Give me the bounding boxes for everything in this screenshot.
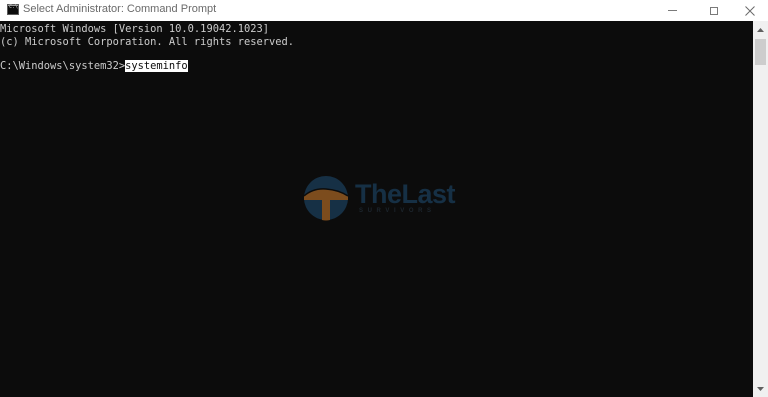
- window-title: Select Administrator: Command Prompt: [23, 3, 217, 15]
- vertical-scrollbar[interactable]: [753, 21, 768, 397]
- command-line[interactable]: C:\Windows\system32>systeminfo: [0, 60, 188, 73]
- minimize-button[interactable]: [656, 0, 688, 21]
- command-prompt-window: Select Administrator: Command Prompt Mic…: [0, 0, 768, 397]
- watermark-brand: TheLast: [355, 179, 456, 209]
- close-icon: [745, 5, 755, 16]
- watermark-emblem-icon: [303, 176, 349, 221]
- maximize-button[interactable]: [698, 0, 730, 21]
- command-prompt-icon[interactable]: [7, 4, 19, 15]
- selected-command-text[interactable]: systeminfo: [125, 60, 188, 72]
- close-button[interactable]: [734, 0, 766, 21]
- watermark-logo: TheLast SURVIVORS: [303, 174, 468, 222]
- chevron-up-icon: [757, 27, 764, 32]
- minimize-icon: [667, 10, 677, 11]
- scrollbar-thumb[interactable]: [755, 39, 766, 65]
- scroll-down-button[interactable]: [753, 380, 768, 397]
- console-output[interactable]: Microsoft Windows [Version 10.0.19042.10…: [0, 21, 753, 397]
- scroll-up-button[interactable]: [753, 21, 768, 38]
- prompt-text: C:\Windows\system32>: [0, 60, 126, 72]
- maximize-icon: [710, 6, 718, 15]
- watermark-tagline: SURVIVORS: [359, 208, 436, 214]
- title-bar[interactable]: Select Administrator: Command Prompt: [0, 0, 768, 21]
- copyright-line: (c) Microsoft Corporation. All rights re…: [0, 36, 295, 48]
- version-line: Microsoft Windows [Version 10.0.19042.10…: [0, 23, 269, 35]
- chevron-down-icon: [757, 386, 764, 391]
